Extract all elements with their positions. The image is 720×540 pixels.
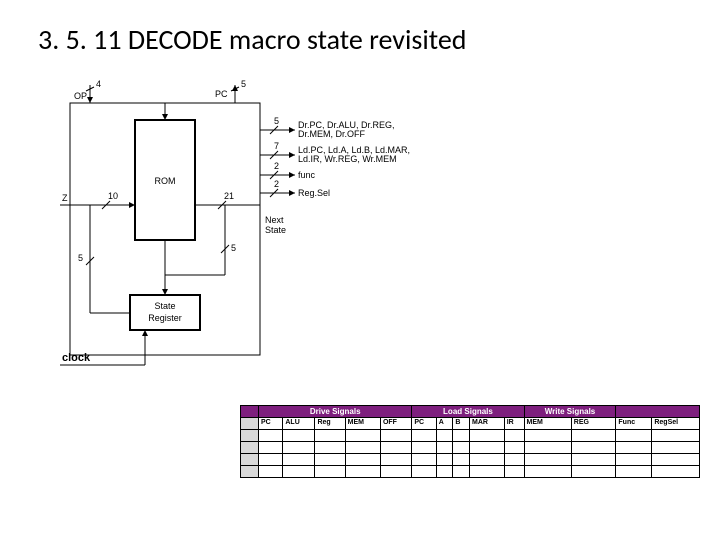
slash-7: 7 bbox=[274, 141, 279, 151]
table-header-row: Drive Signals Load Signals Write Signals bbox=[241, 406, 700, 418]
next-state-2: State bbox=[265, 225, 286, 235]
architecture-diagram: ROM State Register 4 OP Z 10 21 5 5 Dr.P… bbox=[60, 75, 420, 375]
rom-label: ROM bbox=[155, 176, 176, 186]
write-signals-header: Write Signals bbox=[524, 406, 616, 418]
next-state-1: Next bbox=[265, 215, 284, 225]
table-row bbox=[241, 430, 700, 442]
table-subheader-row: PC ALU Reg MEM OFF PC A B MAR IR MEM REG… bbox=[241, 418, 700, 430]
slash-2a: 2 bbox=[274, 161, 279, 171]
op-label: OP bbox=[74, 91, 87, 101]
table-row bbox=[241, 454, 700, 466]
signals-table: Drive Signals Load Signals Write Signals… bbox=[240, 405, 700, 478]
z-label: Z bbox=[62, 193, 68, 203]
regsel-label: Reg.Sel bbox=[298, 188, 330, 198]
clock-label: clock bbox=[62, 352, 91, 364]
slash-5a: 5 bbox=[241, 79, 246, 89]
table-row bbox=[241, 466, 700, 478]
slash-21: 21 bbox=[224, 191, 234, 201]
load-signals-header: Load Signals bbox=[412, 406, 524, 418]
slash-5b: 5 bbox=[231, 243, 236, 253]
svg-text:5: 5 bbox=[78, 253, 83, 263]
state-register-label-2: Register bbox=[148, 313, 182, 323]
page-title: 3. 5. 11 DECODE macro state revisited bbox=[38, 22, 466, 57]
dr-group-2: Dr.MEM, Dr.OFF bbox=[298, 129, 365, 139]
slash-4: 4 bbox=[96, 79, 101, 89]
func-label: func bbox=[298, 170, 316, 180]
pc-label: PC bbox=[215, 89, 228, 99]
drive-signals-header: Drive Signals bbox=[259, 406, 412, 418]
state-register-label-1: State bbox=[154, 301, 175, 311]
ld-group-2: Ld.IR, Wr.REG, Wr.MEM bbox=[298, 154, 397, 164]
slash-10: 10 bbox=[108, 191, 118, 201]
slash-5c: 5 bbox=[274, 116, 279, 126]
slash-2b: 2 bbox=[274, 179, 279, 189]
table-row bbox=[241, 442, 700, 454]
